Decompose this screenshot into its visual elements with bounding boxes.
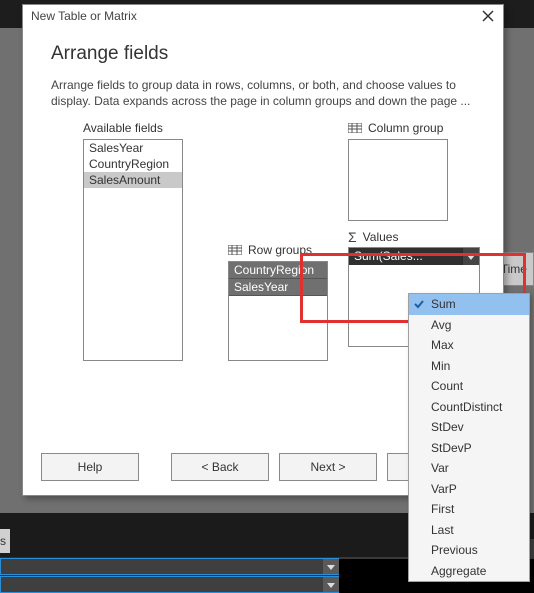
row-group-bar[interactable] xyxy=(0,558,340,575)
aggregate-menu-item-label: Last xyxy=(431,523,454,537)
sigma-icon: Σ xyxy=(348,229,357,245)
aggregate-menu-item[interactable]: Sum xyxy=(409,294,529,315)
aggregate-menu-item[interactable]: CountDistinct xyxy=(409,397,529,418)
truncated-panel-s: s xyxy=(0,529,10,553)
page-description: Arrange fields to group data in rows, co… xyxy=(51,77,475,109)
aggregate-menu[interactable]: Sum Avg Max Min Count CountDistinct StDev StDev… xyxy=(408,293,530,582)
aggregate-menu-item-label: Count xyxy=(431,379,463,393)
available-fields-listbox[interactable]: SalesYearCountryRegionSalesAmount xyxy=(83,139,183,361)
aggregate-menu-item-label: Min xyxy=(431,359,450,373)
available-field-item[interactable]: SalesYear xyxy=(84,140,182,156)
aggregate-menu-item[interactable]: Count xyxy=(409,376,529,397)
row-group-bar[interactable] xyxy=(0,576,340,593)
aggregate-menu-item[interactable]: Aggregate xyxy=(409,561,529,582)
aggregate-menu-item-label: Previous xyxy=(431,543,478,557)
aggregate-menu-item-label: VarP xyxy=(431,482,457,496)
help-button[interactable]: Help xyxy=(41,453,139,481)
row-groups-listbox[interactable]: CountryRegionSalesYear xyxy=(228,261,328,361)
row-group-dropdown[interactable] xyxy=(323,559,339,574)
aggregate-menu-item[interactable]: First xyxy=(409,499,529,520)
aggregate-menu-item[interactable]: Last xyxy=(409,520,529,541)
aggregate-menu-item[interactable]: Previous xyxy=(409,540,529,561)
column-groups-text: Column group xyxy=(368,121,443,135)
aggregate-menu-item-label: Max xyxy=(431,338,454,352)
row-group-item[interactable]: SalesYear xyxy=(229,279,327,296)
table-icon xyxy=(228,245,242,255)
available-fields-label: Available fields xyxy=(83,121,163,135)
aggregate-menu-item[interactable]: Max xyxy=(409,335,529,356)
aggregate-menu-item-label: Aggregate xyxy=(431,564,486,578)
column-groups-listbox[interactable] xyxy=(348,139,448,221)
available-fields-text: Available fields xyxy=(83,121,163,135)
aggregate-menu-item-label: Avg xyxy=(431,318,451,332)
aggregate-menu-item-label: Sum xyxy=(431,297,456,311)
value-aggregate-dropdown[interactable] xyxy=(462,248,479,265)
check-icon xyxy=(413,298,425,310)
aggregate-menu-item[interactable]: Avg xyxy=(409,315,529,336)
aggregate-menu-item-label: StDev xyxy=(431,420,464,434)
available-field-item[interactable]: SalesAmount xyxy=(84,172,182,188)
aggregate-menu-item[interactable]: Var xyxy=(409,458,529,479)
row-groups-label: Row groups xyxy=(228,243,312,257)
aggregate-menu-item[interactable]: VarP xyxy=(409,479,529,500)
dialog-titlebar: New Table or Matrix xyxy=(23,5,503,27)
page-heading: Arrange fields xyxy=(51,43,503,65)
column-groups-label: Column group xyxy=(348,121,443,135)
table-icon xyxy=(348,123,362,133)
back-button[interactable]: < Back xyxy=(171,453,269,481)
value-item[interactable]: Sum(Sales... xyxy=(349,248,479,265)
aggregate-menu-item-label: Var xyxy=(431,461,449,475)
row-group-dropdown[interactable] xyxy=(323,577,339,592)
aggregate-menu-item[interactable]: StDevP xyxy=(409,438,529,459)
aggregate-menu-item-label: StDevP xyxy=(431,441,472,455)
aggregate-menu-item[interactable]: Min xyxy=(409,356,529,377)
aggregate-menu-item-label: First xyxy=(431,502,454,516)
values-text: Values xyxy=(363,230,399,244)
aggregate-menu-item[interactable]: StDev xyxy=(409,417,529,438)
row-groups-text: Row groups xyxy=(248,243,312,257)
row-groups-strip xyxy=(0,557,340,593)
value-item-text: Sum(Sales... xyxy=(349,248,462,265)
dialog-title-text: New Table or Matrix xyxy=(31,9,137,23)
values-label: Σ Values xyxy=(348,229,398,245)
row-group-item[interactable]: CountryRegion xyxy=(229,262,327,279)
close-icon[interactable] xyxy=(481,9,495,23)
aggregate-menu-item-label: CountDistinct xyxy=(431,400,502,414)
available-field-item[interactable]: CountryRegion xyxy=(84,156,182,172)
next-button[interactable]: Next > xyxy=(279,453,377,481)
